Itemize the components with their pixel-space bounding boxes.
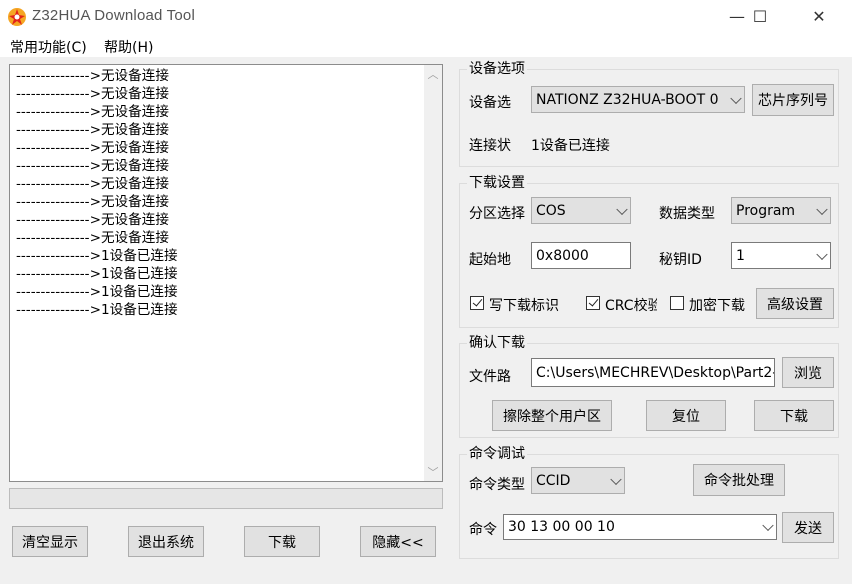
- data-type-select-value: Program: [736, 202, 796, 219]
- command-debug-title: 命令调试: [467, 446, 527, 462]
- chevron-down-icon: [762, 519, 774, 532]
- key-id-label: 秘钥ID: [659, 252, 702, 268]
- encrypt-download-label: 加密下载: [689, 298, 745, 314]
- advanced-settings-button[interactable]: 高级设置: [756, 288, 834, 319]
- crc-check-label: CRC校验: [605, 298, 657, 314]
- maximize-icon: ☐: [752, 7, 768, 26]
- key-id-select-value: 1: [736, 247, 745, 264]
- log-line: --------------->1设备已连接: [16, 266, 178, 282]
- start-address-input[interactable]: 0x8000: [531, 242, 631, 269]
- partition-label: 分区选择: [469, 206, 525, 222]
- log-line: --------------->无设备连接: [16, 140, 169, 156]
- partition-select-value: COS: [536, 202, 566, 219]
- log-line: --------------->1设备已连接: [16, 284, 178, 300]
- browse-button[interactable]: 浏览: [782, 357, 834, 388]
- download-progress-bar: [9, 488, 443, 509]
- scroll-up-icon[interactable]: ︿: [424, 65, 442, 83]
- clear-display-button[interactable]: 清空显示: [12, 526, 88, 557]
- command-label: 命令: [469, 522, 497, 538]
- log-line: --------------->无设备连接: [16, 68, 169, 84]
- close-icon: ✕: [812, 7, 826, 26]
- write-flag-checkbox[interactable]: [470, 296, 484, 310]
- close-button[interactable]: ✕: [796, 0, 842, 33]
- log-line: --------------->无设备连接: [16, 86, 169, 102]
- window-title: Z32HUA Download Tool: [32, 7, 195, 24]
- log-line: --------------->无设备连接: [16, 194, 169, 210]
- command-input[interactable]: 30 13 00 00 10: [503, 514, 777, 540]
- log-line: --------------->无设备连接: [16, 176, 169, 192]
- connection-status-value: 1设备已连接: [531, 138, 610, 154]
- confirm-download-title: 确认下载: [467, 335, 527, 351]
- chevron-down-icon: [816, 203, 828, 215]
- flame-logo-icon: [8, 8, 26, 26]
- device-select[interactable]: NATIONZ Z32HUA-BOOT 0: [531, 86, 745, 113]
- log-lines: --------------->无设备连接 --------------->无设备…: [16, 67, 422, 319]
- log-line: --------------->无设备连接: [16, 230, 169, 246]
- command-type-select-value: CCID: [536, 472, 571, 489]
- device-select-label: 设备选: [469, 95, 511, 111]
- erase-user-area-button[interactable]: 擦除整个用户区: [492, 400, 612, 431]
- chip-serial-button[interactable]: 芯片序列号: [752, 84, 834, 116]
- log-line: --------------->1设备已连接: [16, 248, 178, 264]
- download-settings-title: 下载设置: [467, 175, 527, 191]
- log-line: --------------->无设备连接: [16, 212, 169, 228]
- exit-system-button[interactable]: 退出系统: [128, 526, 204, 557]
- partition-select[interactable]: COS: [531, 197, 631, 224]
- download-button[interactable]: 下载: [754, 400, 834, 431]
- data-type-select[interactable]: Program: [731, 197, 831, 224]
- chevron-down-icon: [610, 473, 622, 485]
- data-type-label: 数据类型: [659, 206, 715, 222]
- key-id-select[interactable]: 1: [731, 242, 831, 269]
- hide-button[interactable]: 隐藏<<: [360, 526, 436, 557]
- send-button[interactable]: 发送: [782, 512, 834, 543]
- chevron-down-icon: [616, 203, 628, 215]
- menu-common-functions[interactable]: 常用功能(C): [10, 37, 87, 57]
- encrypt-download-checkbox[interactable]: [670, 296, 684, 310]
- log-scrollbar[interactable]: ︿ ﹀: [424, 65, 442, 481]
- file-path-input[interactable]: C:\Users\MECHREV\Desktop\Part2-Z: [531, 358, 775, 387]
- log-line: --------------->无设备连接: [16, 158, 169, 174]
- reset-button[interactable]: 复位: [646, 400, 726, 431]
- command-input-value: 30 13 00 00 10: [508, 519, 615, 535]
- start-address-label: 起始地: [469, 252, 511, 268]
- bottom-download-button[interactable]: 下载: [244, 526, 320, 557]
- menu-help[interactable]: 帮助(H): [104, 37, 153, 57]
- write-flag-label: 写下载标识: [489, 298, 559, 314]
- log-line: --------------->无设备连接: [16, 122, 169, 138]
- file-path-label: 文件路: [469, 369, 511, 385]
- chevron-down-icon: [816, 248, 828, 260]
- chevron-down-icon: [730, 92, 742, 104]
- log-line: --------------->1设备已连接: [16, 302, 178, 318]
- log-line: --------------->无设备连接: [16, 104, 169, 120]
- connection-status-label: 连接状: [469, 138, 511, 154]
- log-output[interactable]: --------------->无设备连接 --------------->无设备…: [9, 64, 443, 482]
- crc-check-checkbox[interactable]: [586, 296, 600, 310]
- command-batch-button[interactable]: 命令批处理: [693, 464, 785, 496]
- device-select-value: NATIONZ Z32HUA-BOOT 0: [536, 91, 719, 108]
- command-type-select[interactable]: CCID: [531, 467, 625, 494]
- command-type-label: 命令类型: [469, 477, 525, 493]
- scroll-down-icon[interactable]: ﹀: [424, 463, 442, 481]
- device-options-title: 设备选项: [467, 61, 527, 77]
- maximize-button[interactable]: ☐: [737, 0, 783, 33]
